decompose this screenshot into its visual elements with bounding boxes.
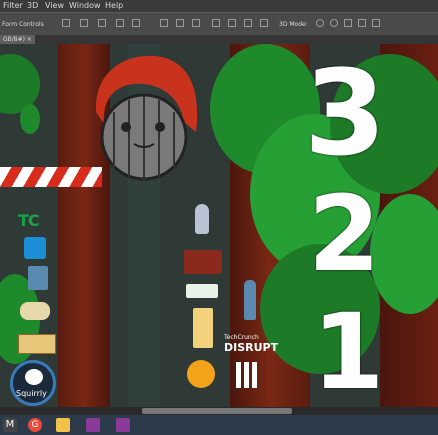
notepad-icon xyxy=(193,308,213,348)
squirrly-badge: Squirrly xyxy=(10,360,56,406)
document-tab-bar: GB/8#) × xyxy=(0,35,438,44)
techcrunch-disrupt-logo: TechCrunch DISRUPT xyxy=(224,334,280,360)
taskbar: M G xyxy=(0,415,438,435)
id-card-icon xyxy=(186,284,218,298)
taskbar-folder-icon[interactable] xyxy=(56,418,70,432)
auto-align-icon[interactable] xyxy=(260,19,268,27)
align-top-icon[interactable] xyxy=(62,19,70,27)
menu-bar: Filter 3D View Window Help xyxy=(0,0,438,12)
options-bar: Form Controls 3D Mode: xyxy=(0,12,438,36)
squirrly-logo-icon xyxy=(25,369,43,385)
distribute-middle-icon[interactable] xyxy=(176,19,184,27)
document-canvas[interactable]: TC Squirrly TechCrunch DISRUPT 3 2 1 xyxy=(0,44,438,407)
mug-icon xyxy=(28,266,48,290)
countdown-two: 2 xyxy=(308,173,381,295)
techcrunch-small-label: TechCrunch xyxy=(224,334,259,341)
envelope-icon xyxy=(18,334,56,354)
taskbar-app-icon-2[interactable] xyxy=(116,418,130,432)
align-left-icon[interactable] xyxy=(116,19,124,27)
squirrly-label: Squirrly xyxy=(16,389,47,398)
menu-view[interactable]: View xyxy=(45,0,64,12)
scrollbar-thumb[interactable] xyxy=(142,408,292,414)
distribute-center-icon[interactable] xyxy=(228,19,236,27)
countdown-one: 1 xyxy=(312,291,385,407)
briefcase-icon xyxy=(184,250,222,274)
pan-3d-icon[interactable] xyxy=(344,19,352,27)
align-bottom-icon[interactable] xyxy=(98,19,106,27)
taskbar-app-icon-1[interactable] xyxy=(86,418,100,432)
menu-help[interactable]: Help xyxy=(105,0,123,12)
techcrunch-logo-text: TC xyxy=(18,211,40,230)
document-tab-label: GB/8#) xyxy=(3,36,25,43)
distribute-right-icon[interactable] xyxy=(244,19,252,27)
foliage xyxy=(20,104,40,134)
microphone-icon xyxy=(195,204,209,234)
building-icon xyxy=(236,362,260,388)
distribute-left-icon[interactable] xyxy=(212,19,220,27)
fire-badge-icon xyxy=(187,360,215,388)
slide-3d-icon[interactable] xyxy=(358,19,366,27)
form-controls-label[interactable]: Form Controls xyxy=(2,21,44,28)
align-center-icon[interactable] xyxy=(132,19,140,27)
taskbar-m-app[interactable]: M xyxy=(3,418,17,432)
document-tab[interactable]: GB/8#) × xyxy=(0,35,35,44)
countdown-three: 3 xyxy=(304,44,387,182)
menu-3d[interactable]: 3D xyxy=(27,0,38,12)
scale-3d-icon[interactable] xyxy=(372,19,380,27)
disrupt-label: DISRUPT xyxy=(224,341,279,354)
3d-mode-label: 3D Mode: xyxy=(279,21,308,28)
techcrunch-icon: TC xyxy=(18,211,60,230)
rotate-3d-icon[interactable] xyxy=(316,19,324,27)
roll-3d-icon[interactable] xyxy=(330,19,338,27)
menu-window[interactable]: Window xyxy=(69,0,101,12)
align-middle-icon[interactable] xyxy=(80,19,88,27)
close-tab-icon[interactable]: × xyxy=(27,36,32,43)
trello-icon xyxy=(24,237,46,259)
distribute-top-icon[interactable] xyxy=(160,19,168,27)
horizontal-scrollbar[interactable] xyxy=(0,407,438,415)
handshake-icon xyxy=(20,302,50,320)
bottle-icon xyxy=(244,280,256,320)
taskbar-chrome-icon[interactable]: G xyxy=(28,418,42,432)
distribute-bottom-icon[interactable] xyxy=(192,19,200,27)
menu-filter[interactable]: Filter xyxy=(3,0,23,12)
knit-hat-character xyxy=(95,55,198,181)
